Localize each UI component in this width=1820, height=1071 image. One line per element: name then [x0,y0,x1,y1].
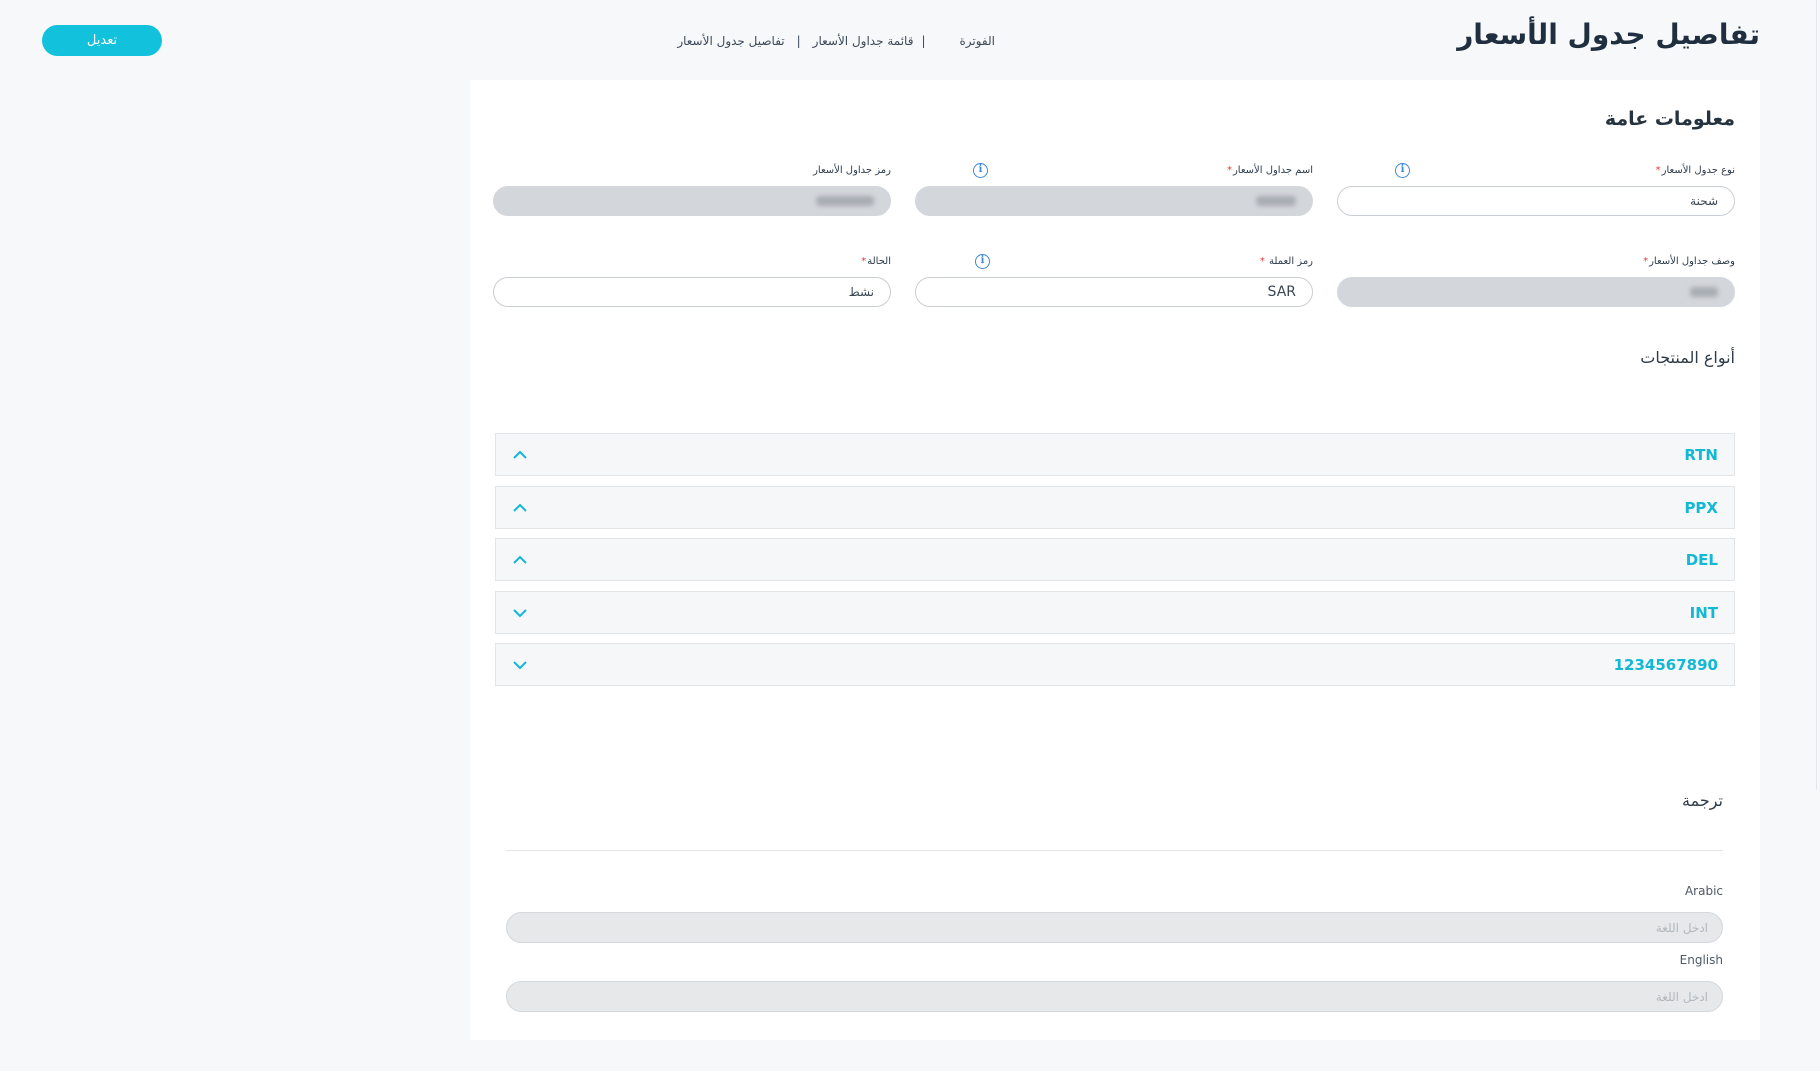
product-code: DEL [1685,550,1718,569]
edit-button[interactable]: تعديل [42,25,162,56]
product-code: 1234567890 [1613,655,1718,674]
price-list-description-field: وصف جداول الأسعار* [1337,253,1735,307]
price-list-code-input [493,186,891,216]
info-icon[interactable]: i [1395,162,1410,178]
breadcrumb-separator: | [921,34,926,48]
breadcrumb-separator: | [796,34,801,48]
price-list-type-input[interactable]: شحنة [1337,186,1735,216]
divider [506,850,1723,851]
price-list-description-input [1337,277,1735,307]
details-card: معلومات عامة نوع جدول الأسعار* i شحنة اس… [470,80,1760,1040]
price-list-name-field: اسم جداول الأسعار* i [915,162,1313,216]
product-code: INT [1689,603,1718,622]
breadcrumb-price-lists[interactable]: قائمة جداول الأسعار [813,34,914,48]
page-title: تفاصيل جدول الأسعار [1457,18,1760,51]
english-translation-input[interactable]: ادخل اللغة [506,981,1723,1012]
breadcrumb: الفوترة | قائمة جداول الأسعار | تفاصيل ج… [655,31,995,51]
product-types-title: أنواع المنتجات [1640,348,1735,367]
chevron-up-icon[interactable] [512,500,528,516]
general-info-title: معلومات عامة [1604,108,1735,130]
chevron-down-icon[interactable] [512,657,528,673]
info-icon[interactable]: i [975,253,990,269]
currency-code-label: رمز العملة [1269,255,1313,267]
accordion-item-rtn[interactable]: RTN [495,433,1735,476]
price-list-code-field: رمز جداول الأسعار [493,162,891,216]
chevron-down-icon[interactable] [512,605,528,621]
translation-title: ترجمة [1682,791,1723,810]
info-icon[interactable]: i [973,162,988,178]
chevron-up-icon[interactable] [512,447,528,463]
price-list-code-label: رمز جداول الأسعار [813,164,891,176]
accordion-item-1234567890[interactable]: 1234567890 [495,643,1735,686]
language-label-arabic: Arabic [1684,884,1723,898]
language-label-english: English [1679,953,1723,967]
page-scrollbar[interactable] [1816,0,1820,790]
status-input[interactable]: نشط [493,277,891,307]
price-list-name-label: اسم جداول الأسعار [1232,164,1313,176]
breadcrumb-current: تفاصيل جدول الأسعار [677,34,785,48]
currency-code-input[interactable]: SAR [915,277,1313,307]
redacted-value [816,196,874,206]
accordion-item-ppx[interactable]: PPX [495,486,1735,529]
price-list-type-field: نوع جدول الأسعار* i شحنة [1337,162,1735,216]
price-list-type-label: نوع جدول الأسعار [1661,164,1735,176]
product-code: PPX [1684,498,1718,517]
breadcrumb-billing[interactable]: الفوترة [959,34,995,48]
accordion-item-del[interactable]: DEL [495,538,1735,581]
status-field: الحالة* نشط [493,253,891,307]
redacted-value [1256,196,1296,206]
chevron-up-icon[interactable] [512,552,528,568]
price-list-description-label: وصف جداول الأسعار [1649,255,1735,267]
price-list-name-input [915,186,1313,216]
arabic-translation-input[interactable]: ادخل اللغة [506,912,1723,943]
redacted-value [1690,287,1718,297]
product-code: RTN [1684,445,1718,464]
accordion-item-int[interactable]: INT [495,591,1735,634]
currency-code-field: رمز العملة * i SAR [915,253,1313,307]
status-label: الحالة [867,255,891,267]
